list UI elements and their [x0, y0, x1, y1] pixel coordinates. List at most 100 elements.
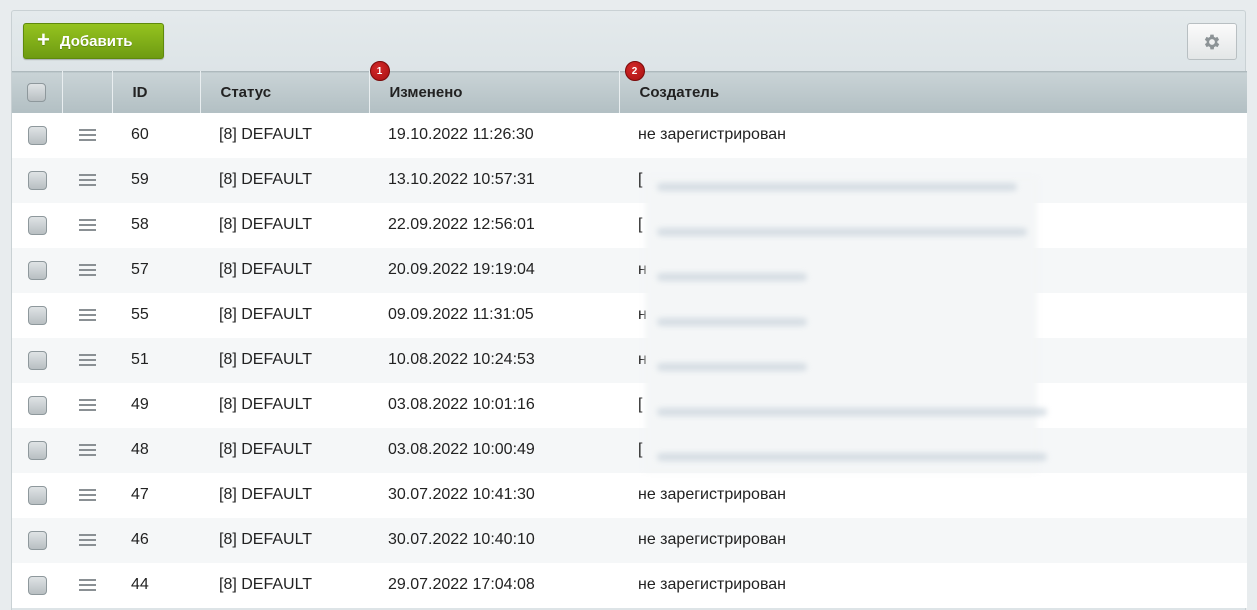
add-button[interactable]: + Добавить [23, 23, 164, 59]
hamburger-menu-icon[interactable] [78, 306, 96, 324]
redacted-line [657, 318, 807, 326]
cell-id: 46 [112, 517, 200, 563]
hamburger-menu-icon[interactable] [78, 216, 96, 234]
cell-status: [8] DEFAULT [200, 472, 369, 518]
row-select-cell[interactable] [12, 382, 62, 428]
row-select-cell[interactable] [12, 427, 62, 473]
redacted-line [657, 183, 1017, 191]
row-actions-cell[interactable] [62, 427, 112, 473]
row-actions-cell[interactable] [62, 247, 112, 293]
table-row[interactable]: 46 [8] DEFAULT 30.07.2022 10:40:10 не зарег… [12, 517, 1247, 563]
header-actions [62, 71, 113, 113]
row-actions-cell[interactable] [62, 157, 112, 203]
table-row[interactable]: 49 [8] DEFAULT 03.08.2022 10:01:16[ [12, 382, 1247, 428]
cell-modified: 03.08.2022 10:00:49 [369, 427, 619, 473]
hamburger-menu-icon[interactable] [78, 261, 96, 279]
row-checkbox[interactable] [27, 395, 47, 415]
gear-icon [1204, 34, 1220, 49]
cell-status: [8] DEFAULT [200, 112, 369, 158]
row-select-cell[interactable] [12, 157, 62, 203]
column-header-status[interactable]: Статус [200, 71, 370, 113]
cell-status: [8] DEFAULT [200, 247, 369, 293]
cell-id: 48 [112, 427, 200, 473]
row-actions-cell[interactable] [62, 292, 112, 338]
row-actions-cell[interactable] [62, 472, 112, 518]
notification-badge: 2 [624, 61, 645, 81]
cell-id: 49 [112, 382, 200, 428]
row-actions-cell[interactable] [62, 517, 112, 563]
row-actions-cell[interactable] [62, 202, 112, 248]
hamburger-menu-icon[interactable] [78, 486, 96, 504]
row-actions-cell[interactable] [62, 382, 112, 428]
table-row[interactable]: 58 [8] DEFAULT 22.09.2022 12:56:01[ [12, 202, 1247, 248]
cell-modified: 30.07.2022 10:41:30 [369, 472, 619, 518]
row-select-cell[interactable] [12, 247, 62, 293]
redacted-line [657, 453, 1047, 461]
row-checkbox[interactable] [27, 485, 47, 505]
row-select-cell[interactable] [12, 202, 62, 248]
hamburger-menu-icon[interactable] [78, 576, 96, 594]
hamburger-menu-icon[interactable] [78, 351, 96, 369]
data-grid: ID Статус 1 Изменено 2 Создатель 60 [8] D… [12, 61, 1247, 608]
header-row: ID Статус 1 Изменено 2 Создатель [12, 61, 1247, 113]
hamburger-menu-icon[interactable] [78, 441, 96, 459]
table-row[interactable]: 60 [8] DEFAULT 19.10.2022 11:26:30 не зарег… [12, 112, 1247, 158]
column-header-modified[interactable]: 1 Изменено [369, 61, 620, 113]
cell-creator[interactable]: не зарегистрирован [619, 517, 1247, 563]
cell-status: [8] DEFAULT [200, 202, 369, 248]
column-header-creator[interactable]: 2 Создатель [619, 61, 1247, 113]
row-checkbox[interactable] [27, 125, 47, 145]
row-checkbox[interactable] [27, 305, 47, 325]
cell-creator[interactable]: не зарегистрирован [619, 112, 1247, 158]
table-row[interactable]: 48 [8] DEFAULT 03.08.2022 10:00:49[ [12, 427, 1247, 473]
table-row[interactable]: 51 [8] DEFAULT 10.08.2022 10:24:53 н [12, 337, 1247, 383]
hamburger-menu-icon[interactable] [78, 126, 96, 144]
hamburger-menu-icon[interactable] [78, 171, 96, 189]
row-actions-cell[interactable] [62, 562, 112, 608]
row-actions-cell[interactable] [62, 112, 112, 158]
row-select-cell[interactable] [12, 517, 62, 563]
row-select-cell[interactable] [12, 112, 62, 158]
row-checkbox[interactable] [27, 575, 47, 595]
cell-status: [8] DEFAULT [200, 562, 369, 608]
row-checkbox[interactable] [27, 260, 47, 280]
cell-modified: 09.09.2022 11:31:05 [369, 292, 619, 338]
select-all-checkbox[interactable] [27, 82, 47, 102]
cell-modified: 19.10.2022 11:26:30 [369, 112, 619, 158]
row-actions-cell[interactable] [62, 337, 112, 383]
row-select-cell[interactable] [12, 292, 62, 338]
redacted-line [657, 228, 1027, 236]
cell-modified: 22.09.2022 12:56:01 [369, 202, 619, 248]
table-row[interactable]: 55 [8] DEFAULT 09.09.2022 11:31:05 н [12, 292, 1247, 338]
cell-creator[interactable]: не зарегистрирован [619, 472, 1247, 518]
redacted-line [657, 273, 807, 281]
cell-id: 60 [112, 112, 200, 158]
cell-status: [8] DEFAULT [200, 292, 369, 338]
redacted-text [652, 181, 1047, 471]
column-header-id[interactable]: ID [112, 71, 201, 113]
column-label: Изменено [389, 83, 463, 101]
cell-status: [8] DEFAULT [200, 517, 369, 563]
row-select-cell[interactable] [12, 562, 62, 608]
notification-badge: 1 [369, 61, 390, 81]
cell-modified: 20.09.2022 19:19:04 [369, 247, 619, 293]
settings-button[interactable] [1187, 23, 1237, 60]
header-select-all[interactable] [12, 71, 63, 113]
hamburger-menu-icon[interactable] [78, 531, 96, 549]
table-row[interactable]: 47 [8] DEFAULT 30.07.2022 10:41:30 не зарег… [12, 472, 1247, 518]
column-label: Создатель [639, 83, 720, 101]
cell-creator[interactable]: не зарегистрирован [619, 562, 1247, 608]
hamburger-menu-icon[interactable] [78, 396, 96, 414]
row-checkbox[interactable] [27, 530, 47, 550]
row-select-cell[interactable] [12, 337, 62, 383]
row-checkbox[interactable] [27, 350, 47, 370]
table-row[interactable]: 57 [8] DEFAULT 20.09.2022 19:19:04 н [12, 247, 1247, 293]
row-select-cell[interactable] [12, 472, 62, 518]
table-row[interactable]: 44 [8] DEFAULT 29.07.2022 17:04:08 не зарег… [12, 562, 1247, 608]
cell-modified: 13.10.2022 10:57:31 [369, 157, 619, 203]
row-checkbox[interactable] [27, 170, 47, 190]
row-checkbox[interactable] [27, 440, 47, 460]
redacted-line [657, 363, 807, 371]
table-row[interactable]: 59 [8] DEFAULT 13.10.2022 10:57:31[ [12, 157, 1247, 203]
row-checkbox[interactable] [27, 215, 47, 235]
